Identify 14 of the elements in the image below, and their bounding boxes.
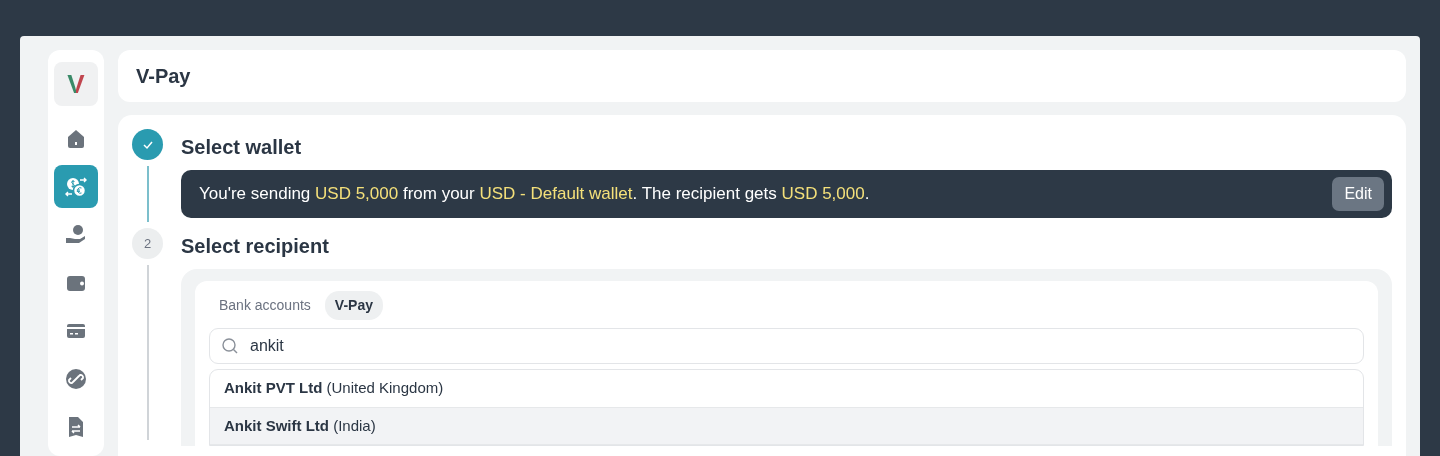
logo-icon: V	[54, 62, 98, 106]
step-number: 2	[132, 228, 163, 259]
sidebar-item[interactable]	[54, 165, 98, 208]
search-field[interactable]: ankit	[209, 328, 1364, 364]
tab[interactable]: Bank accounts	[209, 291, 321, 320]
page-title: V-Pay	[136, 64, 191, 88]
result-item[interactable]: Ankit PVT Ltd (United Kingdom)	[210, 370, 1363, 408]
step-title: Select wallet	[181, 135, 303, 160]
step-title: Select recipient	[181, 234, 330, 259]
chain-link-icon	[64, 366, 88, 391]
result-item[interactable]: Ankit Swift Ltd (India)	[210, 407, 1363, 445]
edit-button[interactable]: Edit	[1332, 177, 1384, 211]
tab[interactable]: V-Pay	[324, 291, 383, 320]
summary-text: You're sending USD 5,000 from your USD - Default wallet. The recipient gets USD 5,000.	[199, 183, 870, 206]
